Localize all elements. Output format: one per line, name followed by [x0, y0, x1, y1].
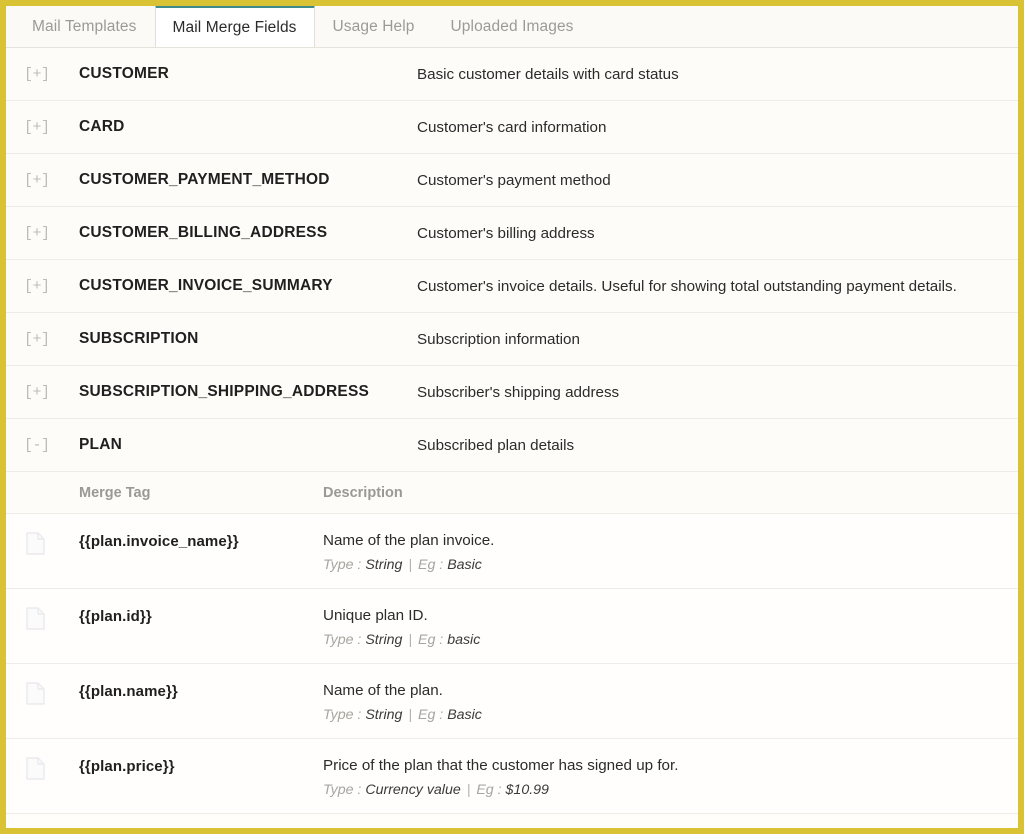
field-meta: Type : Currency value | Eg : $10.99 [323, 781, 1004, 801]
expand-toggle-icon[interactable]: [+] [6, 225, 79, 242]
merge-field-description-cell: Price of the plan that the customer has … [323, 756, 1018, 801]
expand-toggle-icon[interactable]: [+] [6, 172, 79, 189]
eg-label: Eg : [418, 557, 443, 573]
merge-field-description-cell: Name of the plan invoice. Type : String … [323, 531, 1018, 576]
field-meta: Type : String | Eg : Basic [323, 556, 1004, 576]
field-meta: Type : String | Eg : Basic [323, 706, 1004, 726]
merge-tag-column-header-row: Merge Tag Description [6, 472, 1018, 514]
group-name: SUBSCRIPTION [79, 330, 417, 348]
merge-field-description-cell: Unique plan ID. Type : String | Eg : bas… [323, 606, 1018, 651]
merge-field-row[interactable]: {{plan.invoice_name}} Name of the plan i… [6, 514, 1018, 589]
field-description: Name of the plan invoice. [323, 531, 1004, 552]
document-icon [26, 682, 45, 705]
field-description: Price of the plan that the customer has … [323, 756, 1004, 777]
group-row-subscription[interactable]: [+] SUBSCRIPTION Subscription informatio… [6, 313, 1018, 366]
copy-merge-tag-button[interactable] [6, 531, 79, 555]
group-name: CUSTOMER_PAYMENT_METHOD [79, 171, 417, 189]
group-row-customer-billing-address[interactable]: [+] CUSTOMER_BILLING_ADDRESS Customer's … [6, 207, 1018, 260]
group-description: Customer's invoice details. Useful for s… [417, 278, 1018, 295]
meta-separator: | [406, 707, 414, 723]
type-value: Currency value [365, 782, 460, 798]
group-row-customer-invoice-summary[interactable]: [+] CUSTOMER_INVOICE_SUMMARY Customer's … [6, 260, 1018, 313]
expand-toggle-icon[interactable]: [+] [6, 278, 79, 295]
column-header-description: Description [323, 485, 1018, 501]
document-icon [26, 532, 45, 555]
type-label: Type : [323, 707, 361, 723]
type-label: Type : [323, 632, 361, 648]
tab-label: Uploaded Images [451, 18, 574, 36]
group-name: CARD [79, 118, 417, 136]
eg-label: Eg : [476, 782, 501, 798]
merge-tag-value: {{plan.id}} [79, 606, 323, 625]
group-description: Subscriber's shipping address [417, 384, 1018, 401]
meta-separator: | [406, 557, 414, 573]
document-icon [26, 757, 45, 780]
copy-merge-tag-button[interactable] [6, 681, 79, 705]
eg-value: $10.99 [506, 782, 549, 798]
group-row-customer-payment-method[interactable]: [+] CUSTOMER_PAYMENT_METHOD Customer's p… [6, 154, 1018, 207]
collapse-toggle-icon[interactable]: [-] [6, 437, 79, 454]
merge-tag-value: {{plan.name}} [79, 681, 323, 700]
copy-merge-tag-button[interactable] [6, 606, 79, 630]
meta-separator: | [406, 632, 414, 648]
tab-mail-merge-fields[interactable]: Mail Merge Fields [155, 5, 315, 47]
field-description: Name of the plan. [323, 681, 1004, 702]
group-name: SUBSCRIPTION_SHIPPING_ADDRESS [79, 383, 417, 401]
eg-label: Eg : [418, 707, 443, 723]
merge-field-description-cell: Name of the plan. Type : String | Eg : B… [323, 681, 1018, 726]
type-value: String [365, 557, 402, 573]
group-description: Subscription information [417, 331, 1018, 348]
group-row-plan[interactable]: [-] PLAN Subscribed plan details [6, 419, 1018, 472]
copy-merge-tag-button[interactable] [6, 756, 79, 780]
type-value: String [365, 707, 402, 723]
document-icon [26, 607, 45, 630]
tab-label: Usage Help [333, 18, 415, 36]
group-row-customer[interactable]: [+] CUSTOMER Basic customer details with… [6, 48, 1018, 101]
eg-value: Basic [447, 557, 482, 573]
group-description: Customer's card information [417, 119, 1018, 136]
type-label: Type : [323, 557, 361, 573]
merge-fields-table: [+] CUSTOMER Basic customer details with… [6, 48, 1018, 814]
tab-label: Mail Merge Fields [173, 19, 297, 37]
group-name: CUSTOMER_BILLING_ADDRESS [79, 224, 417, 242]
merge-field-row[interactable]: {{plan.name}} Name of the plan. Type : S… [6, 664, 1018, 739]
group-description: Basic customer details with card status [417, 66, 1018, 83]
group-row-card[interactable]: [+] CARD Customer's card information [6, 101, 1018, 154]
type-value: String [365, 632, 402, 648]
merge-tag-value: {{plan.price}} [79, 756, 323, 775]
expand-toggle-icon[interactable]: [+] [6, 384, 79, 401]
merge-field-row[interactable]: {{plan.price}} Price of the plan that th… [6, 739, 1018, 814]
merge-field-row[interactable]: {{plan.id}} Unique plan ID. Type : Strin… [6, 589, 1018, 664]
eg-label: Eg : [418, 632, 443, 648]
field-meta: Type : String | Eg : basic [323, 631, 1004, 651]
expand-toggle-icon[interactable]: [+] [6, 119, 79, 136]
group-row-subscription-shipping-address[interactable]: [+] SUBSCRIPTION_SHIPPING_ADDRESS Subscr… [6, 366, 1018, 419]
tab-mail-templates[interactable]: Mail Templates [14, 6, 155, 47]
expand-toggle-icon[interactable]: [+] [6, 331, 79, 348]
group-description: Customer's billing address [417, 225, 1018, 242]
meta-separator: | [465, 782, 473, 798]
tab-usage-help[interactable]: Usage Help [315, 6, 433, 47]
group-description: Customer's payment method [417, 172, 1018, 189]
field-description: Unique plan ID. [323, 606, 1004, 627]
group-name: PLAN [79, 436, 417, 454]
merge-tag-value: {{plan.invoice_name}} [79, 531, 323, 550]
expand-toggle-icon[interactable]: [+] [6, 66, 79, 83]
group-name: CUSTOMER_INVOICE_SUMMARY [79, 277, 417, 295]
group-name: CUSTOMER [79, 65, 417, 83]
application-frame: Mail Templates Mail Merge Fields Usage H… [0, 0, 1024, 834]
eg-value: basic [447, 632, 480, 648]
column-header-merge-tag: Merge Tag [79, 485, 323, 501]
group-description: Subscribed plan details [417, 437, 1018, 454]
tab-bar: Mail Templates Mail Merge Fields Usage H… [6, 6, 1018, 48]
tab-label: Mail Templates [32, 18, 137, 36]
type-label: Type : [323, 782, 361, 798]
tab-uploaded-images[interactable]: Uploaded Images [433, 6, 592, 47]
eg-value: Basic [447, 707, 482, 723]
